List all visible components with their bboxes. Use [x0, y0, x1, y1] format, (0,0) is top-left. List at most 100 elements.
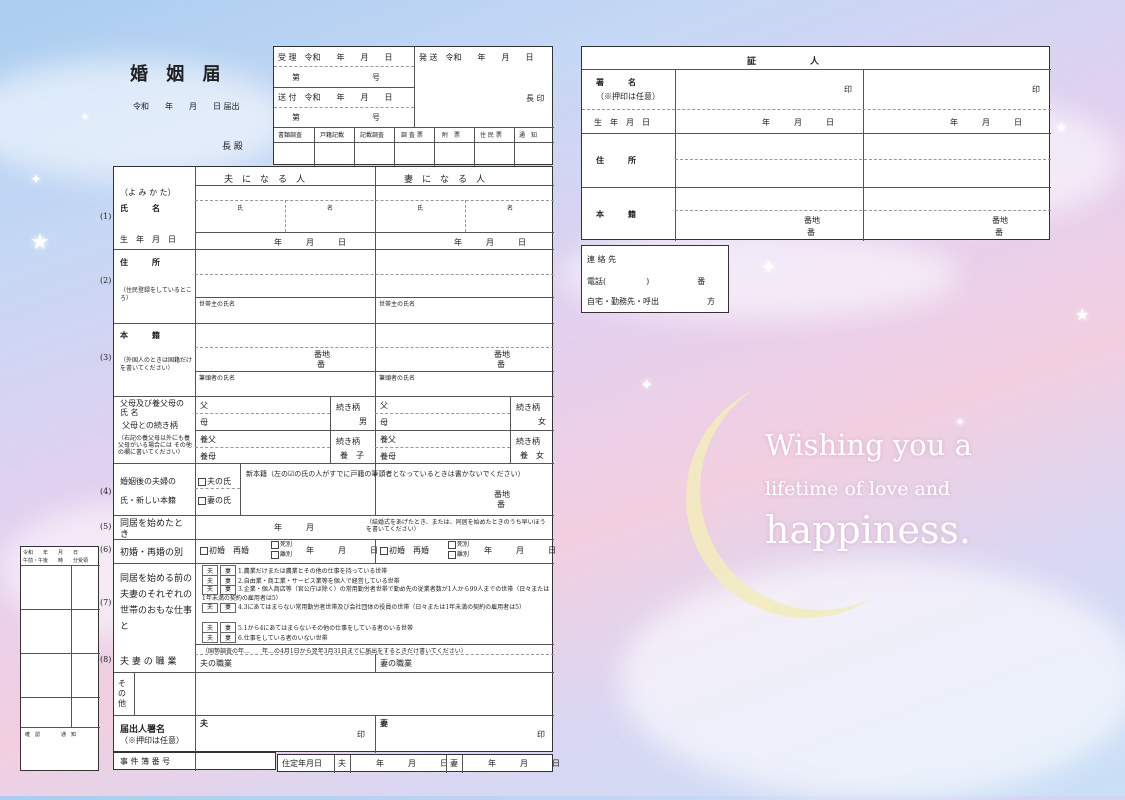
relation-adopted-daughter: 養 女: [520, 451, 544, 460]
divorce-text: 離別: [280, 551, 293, 558]
wife-remarriage-reason[interactable]: 死別 離別: [448, 540, 469, 560]
wife-adoptive-mother[interactable]: 養母: [380, 451, 396, 462]
receipt-cell: 記載調査: [360, 132, 385, 139]
husband-tag[interactable]: 夫: [202, 632, 219, 643]
husband-adoptive-father[interactable]: 養父: [200, 434, 216, 445]
checkbox[interactable]: [198, 478, 206, 486]
work-item[interactable]: 夫妻 6.仕事をしている者のいない世帯: [202, 632, 328, 643]
checkbox[interactable]: [380, 547, 388, 555]
relation-label: 続き柄: [516, 437, 540, 446]
witness-1-birth[interactable]: 年 月 日: [762, 117, 834, 128]
checkbox[interactable]: [271, 540, 279, 549]
wife-address-input[interactable]: [376, 251, 554, 296]
wife-seal[interactable]: 印: [537, 729, 545, 740]
wife-adoptive-father[interactable]: 養父: [380, 434, 396, 445]
husband-tag[interactable]: 夫: [202, 603, 219, 613]
husband-householder-label: 世帯主の氏名: [199, 301, 236, 308]
signature-label: 届出人署名: [120, 725, 166, 735]
receipt-cell: 戸籍記載: [320, 132, 345, 139]
wife-name-input[interactable]: [376, 201, 554, 231]
receipt-cell: 調 査 票: [401, 132, 423, 139]
residence-wife: 妻: [450, 759, 458, 768]
wife-tag[interactable]: 妻: [220, 585, 237, 595]
witness-1-address-input[interactable]: [676, 134, 862, 186]
husband-surname-text: 夫の氏: [207, 477, 231, 486]
checkbox[interactable]: [448, 540, 456, 549]
husband-address-input[interactable]: [196, 251, 374, 296]
witness-2-address-input[interactable]: [864, 134, 1050, 186]
star-icon: ✦: [30, 172, 42, 188]
star-icon: ★: [30, 230, 50, 255]
other-input[interactable]: [135, 673, 553, 714]
husband-job[interactable]: 夫の職業: [200, 658, 232, 669]
contact-phone[interactable]: 電話( ) 番: [587, 276, 705, 287]
wife-birth-date[interactable]: 年 月 日: [454, 237, 526, 248]
parents-relation-label: 父母との続き柄: [122, 421, 178, 430]
signature-note: （※押印は任意）: [120, 736, 184, 745]
husband-birth-date[interactable]: 年 月 日: [274, 237, 346, 248]
husband-remarriage-date[interactable]: 年 月 日: [306, 545, 378, 556]
husband-adoptive-mother[interactable]: 養母: [200, 451, 216, 462]
contact-label: 連 絡 先: [587, 255, 617, 264]
witness-1-name-input[interactable]: [676, 70, 862, 108]
wife-remarriage-date[interactable]: 年 月 日: [484, 545, 556, 556]
wife-hittousha-label: 筆頭者の氏名: [379, 375, 416, 382]
addressee: 長 殿: [222, 142, 243, 152]
wife-job[interactable]: 妻の職業: [380, 658, 412, 669]
witness-2-birth[interactable]: 年 月 日: [950, 117, 1022, 128]
checkbox[interactable]: [198, 497, 206, 505]
address-label: 住 所: [120, 257, 160, 267]
contact-place[interactable]: 自宅・勤務先・呼出 方: [587, 296, 715, 307]
new-honseki-ban: 番: [497, 500, 505, 509]
sparkle-icon: ✦: [955, 415, 966, 429]
remarriage-text: 再婚: [413, 546, 429, 555]
wife-marriage-type[interactable]: 初婚 再婚: [380, 545, 429, 556]
receipt-cell: 住 民 票: [480, 132, 502, 139]
husband-tag[interactable]: 夫: [202, 585, 219, 595]
wife-householder-label: 世帯主の氏名: [379, 301, 416, 308]
case-number-label: 事 件 簿 番 号: [120, 757, 171, 766]
relation-son: 男: [359, 417, 367, 426]
name-label: 氏 名: [120, 203, 160, 213]
wife-ban: 番: [497, 360, 505, 369]
husband-hittousha-label: 筆頭者の氏名: [199, 375, 236, 382]
slip-time: 午前・午後 時 分受領: [23, 558, 89, 564]
wife-tag[interactable]: 妻: [220, 603, 237, 613]
husband-marriage-type[interactable]: 初婚 再婚: [200, 545, 249, 556]
husband-mother[interactable]: 母: [200, 417, 208, 428]
sparkle-icon: ✦: [80, 110, 91, 124]
husband-remarriage-reason[interactable]: 死別 離別: [271, 540, 292, 560]
wife-surname-option[interactable]: 妻の氏: [198, 495, 231, 506]
wife-mother[interactable]: 母: [380, 417, 388, 428]
job-label: 夫 妻 の 職 業: [120, 657, 177, 667]
work-item-text: 1.農業だけまたは農業とその他の仕事を持っている世帯: [238, 568, 388, 575]
wife-tag[interactable]: 妻: [220, 632, 237, 643]
witness-honseki-label: 本 籍: [596, 209, 636, 219]
message-line-2: lifetime of love and: [765, 478, 951, 500]
cohabitation-date[interactable]: 年 月: [274, 522, 314, 533]
husband-name-input[interactable]: [196, 201, 374, 231]
work-item[interactable]: 夫妻 4.3にあてはまらない常用勤労者世帯及び会社団体の役員の世帯（日々または1年…: [202, 603, 550, 613]
husband-father[interactable]: 父: [200, 400, 208, 411]
witness-2-name-input[interactable]: [864, 70, 1050, 108]
receipt-chief: 長 印: [526, 94, 545, 103]
witness-title: 証 人: [747, 57, 820, 67]
marriage-form: 夫 に な る 人 妻 に な る 人 （よ み か た） 氏 名 氏 名 氏 …: [113, 166, 556, 753]
checkbox[interactable]: [271, 550, 279, 559]
work-item[interactable]: 夫妻 3.企業・個人商店等（官公庁は除く）の常用勤労者世帯で勤め先の従業者数が1人…: [202, 585, 550, 603]
witness-2-ban: 番: [995, 228, 1003, 237]
residence-wife-date[interactable]: 年 月 日: [488, 758, 560, 769]
message-line-3: happiness.: [765, 508, 971, 552]
witness-sign-note: （※押印は任意）: [596, 92, 660, 101]
husband-surname-option[interactable]: 夫の氏: [198, 476, 231, 487]
husband-seal[interactable]: 印: [357, 729, 365, 740]
new-honseki-label: 氏・新しい本籍: [120, 496, 176, 505]
honseki-label: 本 籍: [120, 330, 160, 340]
wife-father[interactable]: 父: [380, 400, 388, 411]
checkbox[interactable]: [200, 547, 208, 555]
witness-address-label: 住 所: [596, 155, 636, 165]
surname-after-label: 婚姻後の夫婦の: [120, 477, 176, 486]
star-icon: ★: [1055, 120, 1068, 136]
residence-husband-date[interactable]: 年 月 日: [376, 758, 448, 769]
checkbox[interactable]: [448, 550, 456, 559]
